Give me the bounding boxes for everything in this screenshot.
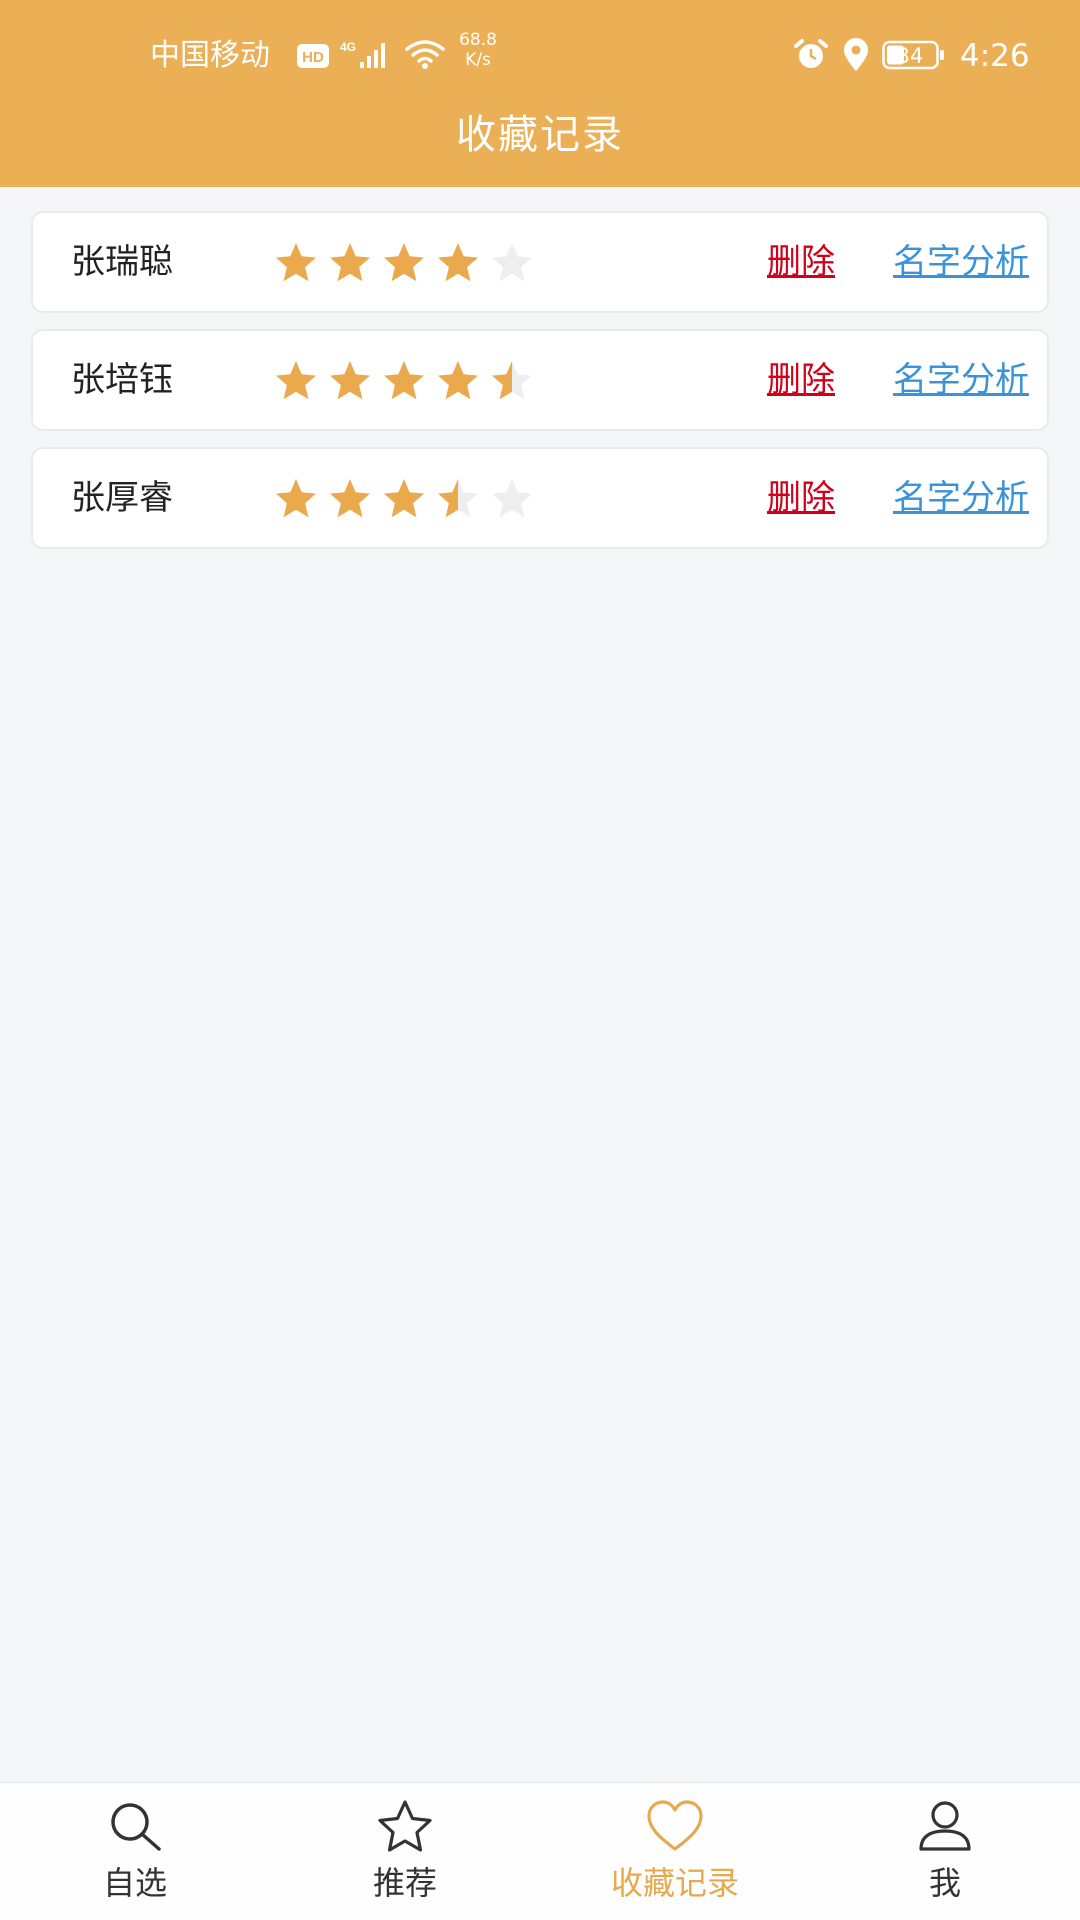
rating-star (330, 243, 370, 282)
app-header: 中国移动 HD 4G 68.8 K/s 34 4:26 收藏记录 (0, 0, 1080, 187)
speed-unit: K/s (465, 50, 491, 70)
tab-me[interactable]: 我 (810, 1783, 1080, 1920)
rating-star (384, 361, 424, 400)
name-analysis-link[interactable]: 名字分析 (893, 357, 1029, 403)
rating-star (276, 479, 316, 518)
favorite-item: 张培钰 删除 名字分析 (31, 329, 1049, 431)
svg-text:4G: 4G (340, 40, 356, 54)
rating-star (492, 361, 532, 400)
delete-link[interactable]: 删除 (767, 357, 835, 403)
status-bar: 中国移动 HD 4G 68.8 K/s 34 4:26 (0, 0, 1080, 110)
page-title: 收藏记录 (456, 112, 624, 158)
tab-label: 自选 (102, 1864, 167, 1902)
rating-star (492, 243, 532, 282)
wifi-icon (405, 40, 445, 69)
rating-star (438, 243, 478, 282)
hd-icon: HD (297, 44, 329, 68)
tab-tuijian[interactable]: 推荐 (270, 1783, 540, 1920)
rating-star (330, 479, 370, 518)
delete-link[interactable]: 删除 (767, 475, 835, 521)
tab-label: 收藏记录 (610, 1864, 739, 1902)
rating-star (330, 361, 370, 400)
signal-icon: 4G (340, 40, 385, 68)
carrier-name: 中国移动 (150, 38, 270, 73)
star-icon (378, 1800, 432, 1852)
rating-star (276, 361, 316, 400)
favorite-item: 张瑞聪 删除 名字分析 (31, 211, 1049, 313)
rating-star (438, 361, 478, 400)
delete-link[interactable]: 删除 (767, 239, 835, 285)
svg-text:HD: HD (302, 49, 324, 66)
favorite-item: 张厚睿 删除 名字分析 (31, 447, 1049, 549)
name-analysis-link[interactable]: 名字分析 (893, 475, 1029, 521)
rating-star (384, 479, 424, 518)
name-analysis-link[interactable]: 名字分析 (893, 239, 1029, 285)
favorites-list: 张瑞聪 删除 名字分析 张培钰 删除 名字分析 张厚睿 删除 名字分析 (31, 211, 1049, 565)
location-icon (844, 38, 868, 71)
heart-icon (647, 1800, 703, 1851)
alarm-icon (794, 39, 828, 68)
favorite-name: 张瑞聪 (71, 242, 173, 282)
bottom-tab-bar: 自选 推荐 收藏记录 我 (0, 1782, 1080, 1920)
tab-zixuan[interactable]: 自选 (0, 1783, 270, 1920)
speed-value: 68.8 (459, 30, 497, 50)
favorite-name: 张厚睿 (71, 478, 173, 518)
rating-star (384, 243, 424, 282)
rating-star (438, 479, 478, 518)
tab-label: 我 (928, 1864, 961, 1902)
clock: 4:26 (960, 38, 1030, 74)
search-icon (111, 1803, 161, 1851)
rating-star (276, 243, 316, 282)
battery-level: 34 (896, 44, 924, 68)
favorite-name: 张培钰 (71, 360, 173, 400)
tab-label: 推荐 (372, 1864, 437, 1902)
tab-favorites[interactable]: 收藏记录 (540, 1783, 810, 1920)
network-speed: 68.8 K/s (450, 30, 506, 70)
rating-star (492, 479, 532, 518)
person-icon (919, 1801, 971, 1851)
